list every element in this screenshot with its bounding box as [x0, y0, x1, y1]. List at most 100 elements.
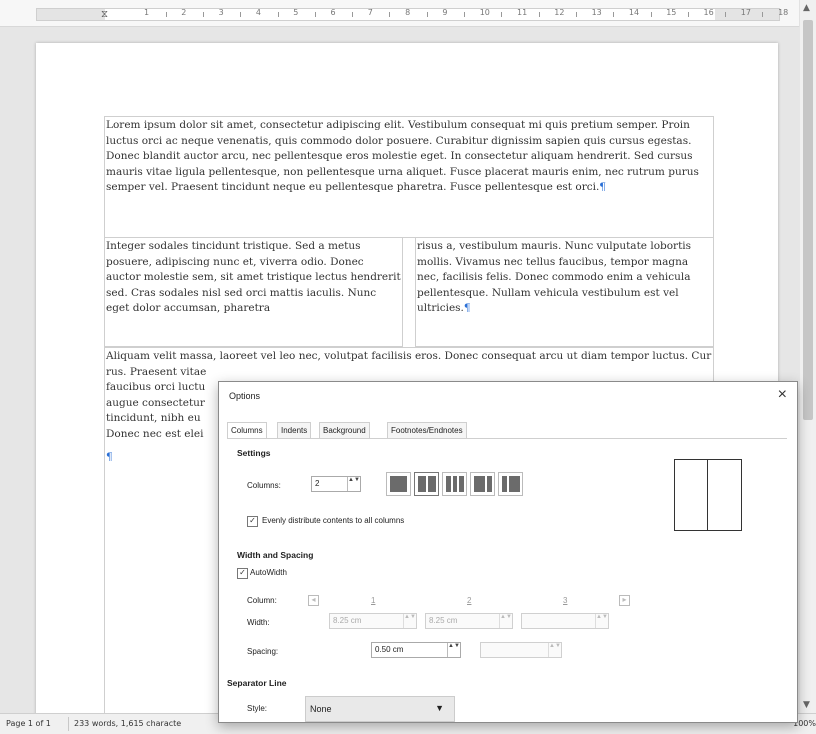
ruler-tick [538, 12, 540, 17]
ruler-tick [725, 12, 727, 17]
preset-column-bar [428, 476, 436, 492]
column-number-1: 1 [371, 596, 376, 605]
preset-column-bar [487, 476, 492, 492]
column-1-text[interactable]: Integer sodales tincidunt tristique. Sed… [106, 239, 401, 317]
width-field-3[interactable]: ▲▼ [521, 613, 609, 629]
width-value-2: 8.25 cm [429, 616, 458, 625]
ruler-number: 12 [554, 8, 565, 17]
pilcrow-mark: ¶ [463, 302, 471, 314]
ruler-number: 16 [703, 8, 714, 17]
spacing-value-1: 0.50 cm [375, 645, 404, 654]
close-icon[interactable]: × [778, 386, 787, 404]
preset-right-wide[interactable] [498, 472, 523, 496]
tab-indents[interactable]: Indents [277, 422, 312, 438]
ruler-tick [389, 12, 391, 17]
columns-value: 2 [315, 479, 320, 488]
evenly-distribute-checkbox[interactable]: ✓ [247, 516, 258, 527]
ruler-tick [352, 12, 354, 17]
ruler-number: 5 [293, 8, 299, 17]
paragraph-1[interactable]: Lorem ipsum dolor sit amet, consectetur … [106, 118, 712, 196]
page-count[interactable]: Page 1 of 1 [6, 719, 51, 728]
preview-divider [707, 460, 708, 530]
ruler-tick [613, 12, 615, 17]
columns-label: Columns: [247, 481, 281, 490]
preset-left-wide[interactable] [470, 472, 495, 496]
settings-heading: Settings [237, 448, 271, 458]
column-presets [386, 472, 536, 496]
word-count[interactable]: 233 words, 1,615 characte [74, 719, 181, 728]
scrollbar-thumb[interactable] [803, 20, 813, 420]
stepper-arrows-icon[interactable]: ▲▼ [403, 614, 416, 628]
preset-column-bar [509, 476, 520, 492]
indent-marker-icon[interactable]: ⧖ [101, 10, 108, 20]
dialog-title: Options [229, 391, 261, 401]
paragraph-3-line: Aliquam velit massa, laoreet vel leo nec… [106, 350, 712, 362]
ruler-number: 7 [367, 8, 373, 17]
column-scroll-right-icon[interactable]: ▸ [619, 595, 630, 606]
spacing-field-1[interactable]: 0.50 cm ▲▼ [371, 642, 461, 658]
separator-line-heading: Separator Line [227, 678, 287, 688]
column-number-3: 3 [563, 596, 568, 605]
column-label: Column: [247, 596, 277, 605]
ruler-tick [464, 12, 466, 17]
options-dialog: Options × Columns Indents Background Foo… [218, 381, 798, 723]
horizontal-ruler[interactable]: 1 2 3 4 5 6 7 8 9 10 11 12 13 14 15 16 17 18 ⧖ [0, 0, 801, 27]
stepper-arrows-icon[interactable]: ▲▼ [347, 477, 360, 491]
stepper-arrows-icon[interactable]: ▲▼ [595, 614, 608, 628]
ruler-tick [165, 12, 167, 17]
paragraph-3-line: rus. Praesent vitae [106, 365, 207, 378]
ruler-number: 2 [181, 8, 187, 17]
ruler-tick [277, 12, 279, 17]
ruler-number: 11 [517, 8, 528, 17]
ruler-number: 13 [591, 8, 602, 17]
ruler-number: 18 [778, 8, 789, 17]
tab-footnotes-endnotes[interactable]: Footnotes/Endnotes [387, 422, 467, 438]
width-field-2[interactable]: 8.25 cm ▲▼ [425, 613, 513, 629]
ruler-tick [762, 12, 764, 17]
ruler-number: 6 [330, 8, 336, 17]
tab-divider [227, 438, 787, 439]
columns-stepper[interactable]: 2 ▲▼ [311, 476, 361, 492]
scroll-up-icon[interactable]: ▲ [803, 3, 810, 13]
ruler-tick [426, 12, 428, 17]
evenly-distribute-label[interactable]: Evenly distribute contents to all column… [262, 516, 404, 525]
vertical-scrollbar[interactable]: ▲ ▼ [799, 0, 816, 713]
ruler-number: 3 [218, 8, 224, 17]
ruler-tick [202, 12, 204, 17]
ruler-tick [240, 12, 242, 17]
ruler-number: 9 [442, 8, 448, 17]
tab-columns[interactable]: Columns [227, 422, 267, 439]
preset-column-bar [459, 476, 464, 492]
stepper-arrows-icon[interactable]: ▲▼ [499, 614, 512, 628]
chevron-down-icon: ▼ [435, 703, 444, 713]
column-2-text[interactable]: risus a, vestibulum mauris. Nunc vulputa… [417, 239, 712, 317]
stepper-arrows-icon[interactable]: ▲▼ [447, 643, 460, 657]
ruler-left-margin [37, 9, 105, 20]
ruler-number: 8 [405, 8, 411, 17]
ruler-tick [575, 12, 577, 17]
column-preview [674, 459, 742, 531]
preset-one-column[interactable] [386, 472, 411, 496]
ruler-tick [314, 12, 316, 17]
ruler-number: 1 [144, 8, 150, 17]
stepper-arrows-icon[interactable]: ▲▼ [548, 643, 561, 657]
tab-background[interactable]: Background [319, 422, 370, 438]
preset-column-bar [418, 476, 426, 492]
status-separator [68, 717, 69, 731]
column-scroll-left-icon[interactable]: ◂ [308, 595, 319, 606]
pilcrow-mark: ¶ [599, 181, 606, 193]
ruler-number: 4 [255, 8, 261, 17]
scroll-down-icon[interactable]: ▼ [803, 700, 810, 710]
spacing-field-2[interactable]: ▲▼ [480, 642, 562, 658]
column-number-2: 2 [467, 596, 472, 605]
width-field-1[interactable]: 8.25 cm ▲▼ [329, 613, 417, 629]
ruler-number: 17 [740, 8, 751, 17]
autowidth-checkbox[interactable]: ✓ [237, 568, 248, 579]
width-value-1: 8.25 cm [333, 616, 362, 625]
separator-style-select[interactable]: None ▼ [305, 696, 455, 722]
ruler-tick [650, 12, 652, 17]
preset-two-columns[interactable] [414, 472, 439, 496]
preset-three-columns[interactable] [442, 472, 467, 496]
ruler-number: 14 [628, 8, 640, 17]
autowidth-label[interactable]: AutoWidth [250, 568, 287, 577]
